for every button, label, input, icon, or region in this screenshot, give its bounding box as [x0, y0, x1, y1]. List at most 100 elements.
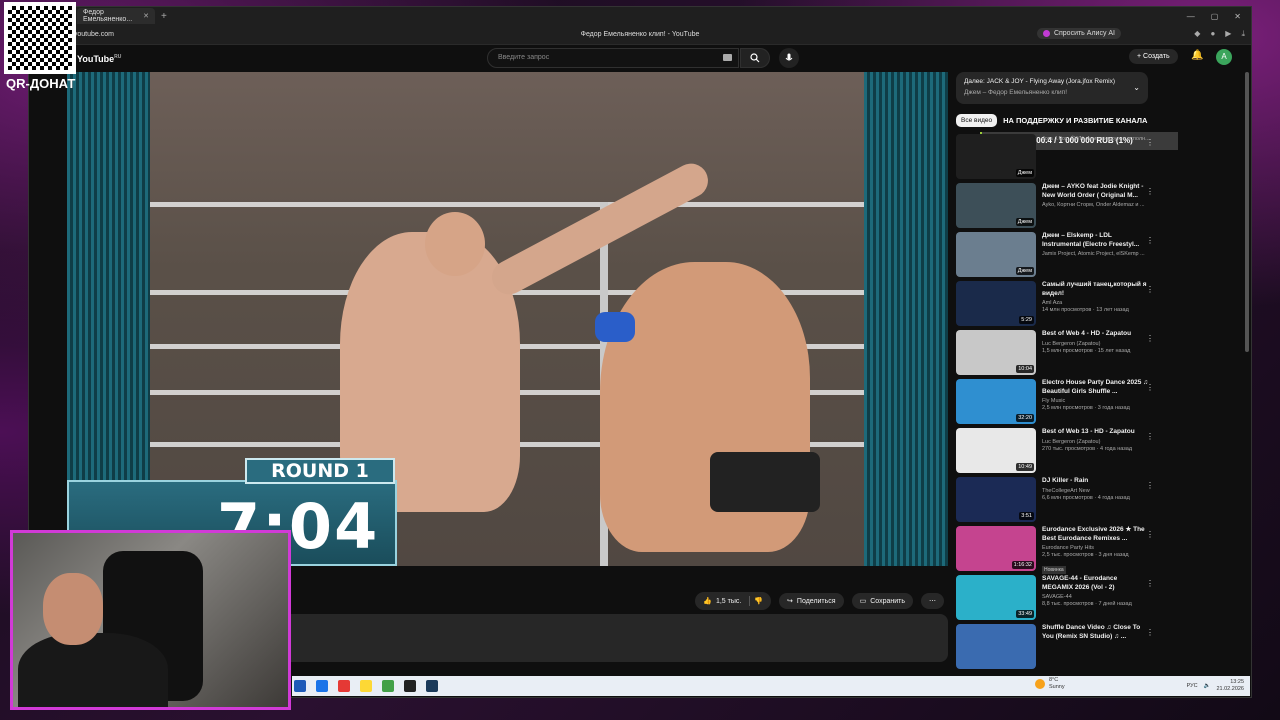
video-thumbnail[interactable]: 10:49: [956, 428, 1036, 473]
video-thumbnail[interactable]: 10:04: [956, 330, 1036, 375]
more-vert-icon[interactable]: ⋮: [1146, 138, 1154, 147]
video-thumbnail[interactable]: Джем: [956, 134, 1036, 179]
video-side-panel-right: [864, 72, 948, 566]
yandex-icon[interactable]: [360, 680, 372, 692]
video-title[interactable]: Best of Web 13 - HD - Zapatou: [1042, 428, 1150, 437]
video-title[interactable]: Самый лучший танец,который я видел!: [1042, 281, 1150, 298]
video-item[interactable]: Джем Джем – Elskemp - LDL Instrumental (…: [956, 232, 1214, 277]
video-thumbnail[interactable]: 5:29: [956, 281, 1036, 326]
video-channel[interactable]: Aml Aza: [1042, 300, 1150, 306]
video-item[interactable]: 10:49 Best of Web 13 - HD - Zapatou Luc …: [956, 428, 1214, 473]
extension-icon[interactable]: ◆: [1194, 29, 1200, 39]
steam-icon[interactable]: [426, 680, 438, 692]
close-tab-icon[interactable]: ✕: [143, 12, 149, 20]
video-thumbnail[interactable]: Джем: [956, 183, 1036, 228]
more-button[interactable]: ⋯: [921, 593, 944, 609]
volume-icon[interactable]: 🔈: [1204, 683, 1211, 689]
video-channel[interactable]: Jamix Project, Atomic Project, elSKemp .…: [1042, 251, 1150, 257]
more-vert-icon[interactable]: ⋮: [1146, 236, 1154, 245]
video-item[interactable]: 1:16:32 Eurodance Exclusive 2026 ★ The B…: [956, 526, 1214, 574]
video-views: 2,5 тыс. просмотров · 3 дня назад: [1042, 552, 1129, 558]
video-thumbnail[interactable]: 1:16:32: [956, 526, 1036, 571]
video-channel[interactable]: Jora J.Fox, ÉWN, Аничи и другие исполн..…: [1042, 136, 1150, 142]
weather-widget[interactable]: 8°C Sunny: [1035, 677, 1065, 691]
video-title[interactable]: Джем – AYKO feat Jodie Knight - New Worl…: [1042, 183, 1150, 200]
video-item[interactable]: Джем Джем – AYKO feat Jodie Knight - New…: [956, 183, 1214, 228]
extension-icon[interactable]: ▶: [1225, 29, 1231, 39]
create-button[interactable]: + Создать: [1129, 49, 1178, 64]
more-vert-icon[interactable]: ⋮: [1146, 628, 1154, 637]
search-input[interactable]: Введите запрос: [487, 48, 739, 68]
video-title[interactable]: Shuffle Dance Video ♫ Close To You (Remi…: [1042, 624, 1150, 641]
video-item[interactable]: 5:29 Самый лучший танец,который я видел!…: [956, 281, 1214, 326]
video-title[interactable]: Electro House Party Dance 2025 ♫ Beautif…: [1042, 379, 1150, 396]
download-icon[interactable]: ⤓: [1241, 29, 1245, 39]
close-window-icon[interactable]: ✕: [1234, 12, 1241, 21]
extension-icon[interactable]: ●: [1210, 29, 1215, 39]
video-channel[interactable]: SAVAGE-44: [1042, 594, 1150, 600]
video-player[interactable]: ROUND 1 7:04: [67, 72, 948, 566]
video-channel[interactable]: Luc Bergeron (Zapatou): [1042, 341, 1150, 347]
video-item[interactable]: Shuffle Dance Video ♫ Close To You (Remi…: [956, 624, 1214, 669]
mic-button[interactable]: [779, 48, 799, 68]
thumbs-down-icon[interactable]: 👎: [754, 597, 763, 605]
video-item[interactable]: 33:49 SAVAGE-44 - Eurodance MEGAMIX 2026…: [956, 575, 1214, 620]
avatar[interactable]: A: [1216, 49, 1232, 65]
video-item[interactable]: 32:20 Electro House Party Dance 2025 ♫ B…: [956, 379, 1214, 424]
video-meta: DJ Killer - Rain TheCollegeArt New 6,6 м…: [1042, 477, 1150, 522]
video-channel[interactable]: TheCollegeArt New: [1042, 488, 1150, 494]
video-item[interactable]: Джем Jora J.Fox, ÉWN, Аничи и другие исп…: [956, 134, 1214, 179]
video-channel[interactable]: Fly Music: [1042, 398, 1150, 404]
bell-icon[interactable]: 🔔: [1191, 50, 1203, 61]
minimize-icon[interactable]: —: [1187, 12, 1195, 21]
up-next-card[interactable]: Далее: JACK & JOY - Flying Away (Jora.jf…: [956, 72, 1148, 104]
browser-tab[interactable]: Федор Емельяненко... ✕: [77, 8, 155, 24]
search-button[interactable]: [740, 48, 770, 68]
lang-indicator[interactable]: РУС: [1187, 683, 1198, 689]
shield-icon[interactable]: [316, 680, 328, 692]
video-thumbnail[interactable]: Джем: [956, 232, 1036, 277]
video-item[interactable]: 10:04 Best of Web 4 - HD - Zapatou Luc B…: [956, 330, 1214, 375]
youtube-logo[interactable]: YouTubeRU: [77, 54, 121, 64]
video-item[interactable]: 3:51 DJ Killer - Rain TheCollegeArt New …: [956, 477, 1214, 522]
more-vert-icon[interactable]: ⋮: [1146, 579, 1154, 588]
more-vert-icon[interactable]: ⋮: [1146, 334, 1154, 343]
share-button[interactable]: ↪ Поделиться: [779, 593, 844, 609]
video-thumbnail[interactable]: 32:20: [956, 379, 1036, 424]
more-vert-icon[interactable]: ⋮: [1146, 481, 1154, 490]
sun-icon: [1035, 679, 1045, 689]
video-channel[interactable]: Ayko, Кортни Сторм, Onder Aldemaz и ...: [1042, 202, 1150, 208]
app-icon[interactable]: [404, 680, 416, 692]
more-vert-icon[interactable]: ⋮: [1146, 432, 1154, 441]
video-thumbnail[interactable]: [956, 624, 1036, 669]
chevron-down-icon[interactable]: ⌄: [1133, 83, 1140, 92]
maximize-icon[interactable]: ▢: [1211, 12, 1219, 21]
more-vert-icon[interactable]: ⋮: [1146, 530, 1154, 539]
glove: [595, 312, 635, 342]
more-vert-icon[interactable]: ⋮: [1146, 383, 1154, 392]
start-icon[interactable]: [294, 680, 306, 692]
video-channel[interactable]: Luc Bergeron (Zapatou): [1042, 439, 1150, 445]
video-title[interactable]: Eurodance Exclusive 2026 ★ The Best Euro…: [1042, 526, 1150, 543]
video-title[interactable]: Best of Web 4 - HD - Zapatou: [1042, 330, 1150, 339]
app-icon[interactable]: [382, 680, 394, 692]
more-vert-icon[interactable]: ⋮: [1146, 285, 1154, 294]
new-tab-icon[interactable]: +: [161, 11, 167, 22]
video-duration: 33:49: [1016, 610, 1034, 618]
chip-all-videos[interactable]: Все видео: [956, 113, 998, 127]
video-title[interactable]: Джем – Elskemp - LDL Instrumental (Elect…: [1042, 232, 1150, 249]
video-thumbnail[interactable]: 33:49: [956, 575, 1036, 620]
scrollbar[interactable]: [1245, 72, 1249, 352]
save-button[interactable]: ▭ Сохранить: [851, 593, 913, 609]
alice-button[interactable]: Спросить Алису AI: [1036, 28, 1121, 39]
browser-icon[interactable]: [338, 680, 350, 692]
keyboard-icon[interactable]: [723, 54, 732, 61]
webcam-person-body: [18, 633, 168, 707]
video-title[interactable]: DJ Killer - Rain: [1042, 477, 1150, 486]
more-vert-icon[interactable]: ⋮: [1146, 187, 1154, 196]
video-thumbnail[interactable]: 3:51: [956, 477, 1036, 522]
video-title[interactable]: SAVAGE-44 - Eurodance MEGAMIX 2026 (Vol …: [1042, 575, 1150, 592]
clock[interactable]: 13:25 21.02.2026: [1216, 679, 1244, 693]
like-button[interactable]: 👍 1,5 тыс. 👎: [695, 592, 772, 610]
video-channel[interactable]: Eurodance Party Hits: [1042, 545, 1150, 551]
